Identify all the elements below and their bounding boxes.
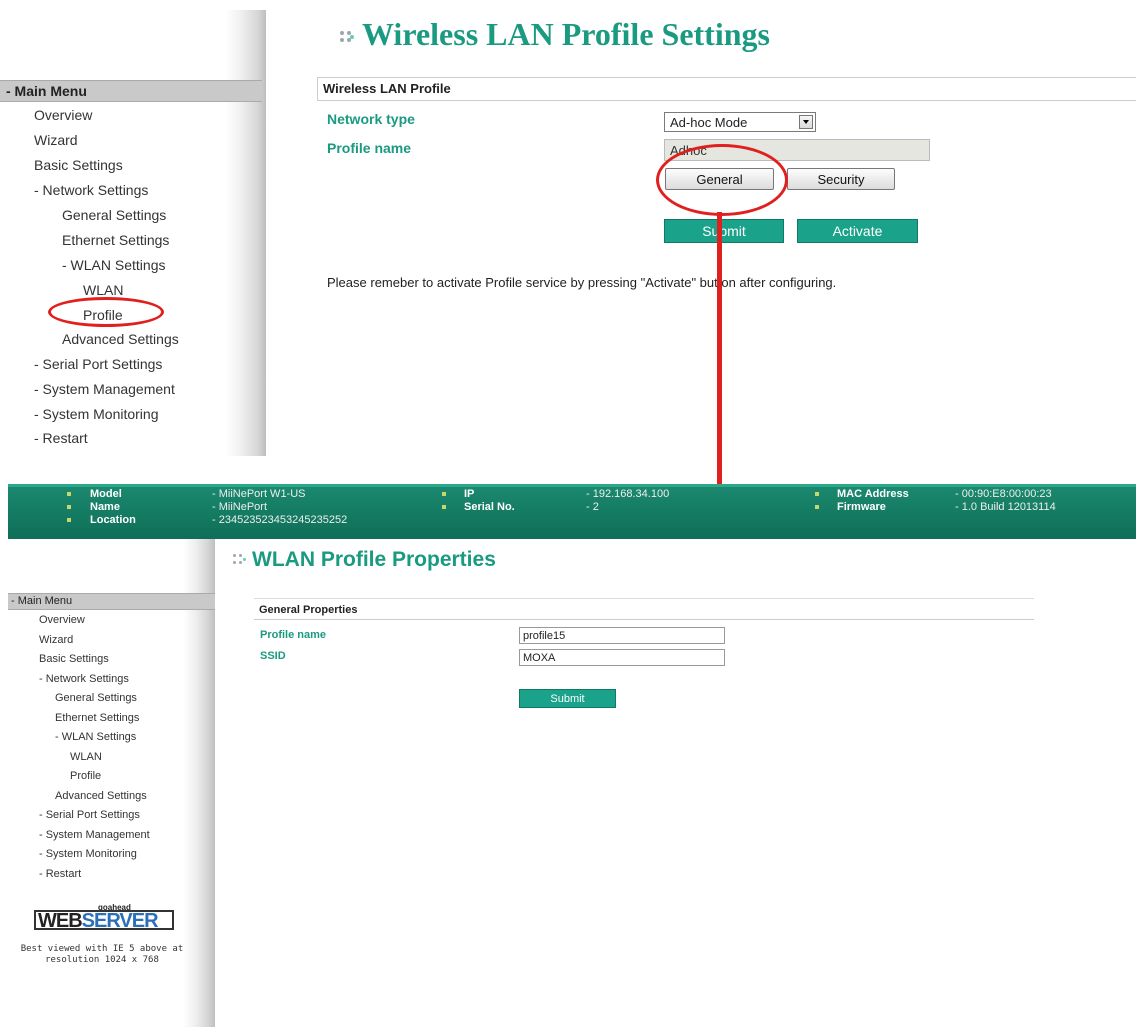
bullet-icon	[815, 492, 819, 496]
top-menu-system-monitoring[interactable]: - System Monitoring	[34, 406, 158, 422]
top-menu-system-management[interactable]: - System Management	[34, 381, 175, 397]
network-type-select[interactable]: Ad-hoc Mode	[664, 112, 816, 132]
bottom-menu-wlan[interactable]: WLAN	[70, 751, 102, 763]
bullet-icon	[442, 505, 446, 509]
bottom-menu-wizard[interactable]: Wizard	[39, 634, 73, 646]
top-menu-network-settings[interactable]: - Network Settings	[34, 182, 148, 198]
submit-button-bottom[interactable]: Submit	[519, 689, 616, 708]
bottom-menu-ethernet-settings[interactable]: Ethernet Settings	[55, 712, 139, 724]
top-menu-wlan-settings[interactable]: - WLAN Settings	[62, 257, 165, 273]
bottom-menu-system-monitoring[interactable]: - System Monitoring	[39, 848, 137, 860]
ssid-label: SSID	[260, 650, 286, 662]
top-menu-basic-settings[interactable]: Basic Settings	[34, 157, 123, 173]
top-page-title: Wireless LAN Profile Settings	[338, 16, 770, 53]
bottom-profile-name-input[interactable]: profile15	[519, 627, 725, 644]
top-menu-restart[interactable]: - Restart	[34, 430, 88, 446]
status-mac-value: - 00:90:E8:00:00:23	[955, 488, 1052, 500]
bottom-menu-profile[interactable]: Profile	[70, 770, 101, 782]
bottom-menu-advanced-settings[interactable]: Advanced Settings	[55, 790, 147, 802]
top-menu-general-settings[interactable]: General Settings	[62, 207, 166, 223]
top-menu-ethernet-settings[interactable]: Ethernet Settings	[62, 232, 169, 248]
bottom-page-title: WLAN Profile Properties	[232, 548, 496, 572]
top-menu-wizard[interactable]: Wizard	[34, 132, 78, 148]
top-menu-serial-port-settings[interactable]: - Serial Port Settings	[34, 356, 162, 372]
bottom-menu-restart[interactable]: - Restart	[39, 868, 81, 880]
network-type-label: Network type	[327, 111, 415, 127]
ssid-input[interactable]: MOXA	[519, 649, 725, 666]
dropdown-arrow-icon[interactable]	[799, 115, 813, 129]
bullet-icon	[67, 505, 71, 509]
general-highlight-ellipse	[656, 144, 788, 216]
bottom-menu-serial-port-settings[interactable]: - Serial Port Settings	[39, 809, 140, 821]
status-ip-label: IP	[464, 488, 475, 500]
top-menu-advanced-settings[interactable]: Advanced Settings	[62, 331, 179, 347]
status-serial-label: Serial No.	[464, 501, 515, 513]
top-main-menu-header[interactable]: - Main Menu	[0, 80, 262, 102]
dots-bullet-icon	[338, 29, 356, 47]
status-model-value: - MiiNePort W1-US	[212, 488, 306, 500]
bottom-menu-system-management[interactable]: - System Management	[39, 829, 150, 841]
bottom-main-menu-header[interactable]: - Main Menu	[8, 593, 215, 610]
status-model-label: Model	[90, 488, 122, 500]
status-location-value: - 234523523453245235252	[212, 514, 348, 526]
top-menu-wlan[interactable]: WLAN	[83, 282, 123, 298]
network-type-value: Ad-hoc Mode	[670, 115, 748, 130]
profile-highlight-ellipse	[48, 297, 164, 327]
bottom-menu-wlan-settings[interactable]: - WLAN Settings	[55, 731, 136, 743]
red-arrow-icon	[706, 212, 734, 526]
bullet-icon	[67, 518, 71, 522]
status-name-value: - MiiNePort	[212, 501, 268, 513]
status-location-label: Location	[90, 514, 136, 526]
security-button[interactable]: Security	[787, 168, 895, 190]
status-firmware-value: - 1.0 Build 12013114	[955, 501, 1056, 513]
bottom-menu-network-settings[interactable]: - Network Settings	[39, 673, 129, 685]
status-serial-value: - 2	[586, 501, 599, 513]
browser-note: Best viewed with IE 5 above at resolutio…	[20, 944, 184, 965]
activate-button[interactable]: Activate	[797, 219, 918, 243]
bottom-menu-general-settings[interactable]: General Settings	[55, 692, 137, 704]
activate-note: Please remeber to activate Profile servi…	[327, 275, 837, 290]
general-properties-section: General Properties	[254, 598, 1034, 620]
wireless-lan-profile-section: Wireless LAN Profile	[317, 77, 1136, 101]
webserver-logo: goahead WEBSERVER	[34, 903, 174, 947]
top-menu-overview[interactable]: Overview	[34, 107, 92, 123]
status-firmware-label: Firmware	[837, 501, 886, 513]
status-mac-label: MAC Address	[837, 488, 909, 500]
bottom-menu-overview[interactable]: Overview	[39, 614, 85, 626]
bottom-profile-name-label: Profile name	[260, 629, 327, 641]
status-ip-value: - 192.168.34.100	[586, 488, 670, 500]
bullet-icon	[67, 492, 71, 496]
status-name-label: Name	[90, 501, 120, 513]
bullet-icon	[815, 505, 819, 509]
bottom-menu-basic-settings[interactable]: Basic Settings	[39, 653, 109, 665]
bullet-icon	[442, 492, 446, 496]
section-title: General Properties	[259, 604, 358, 616]
dots-bullet-icon	[232, 552, 248, 568]
profile-name-label: Profile name	[327, 140, 412, 156]
section-title: Wireless LAN Profile	[323, 81, 451, 96]
